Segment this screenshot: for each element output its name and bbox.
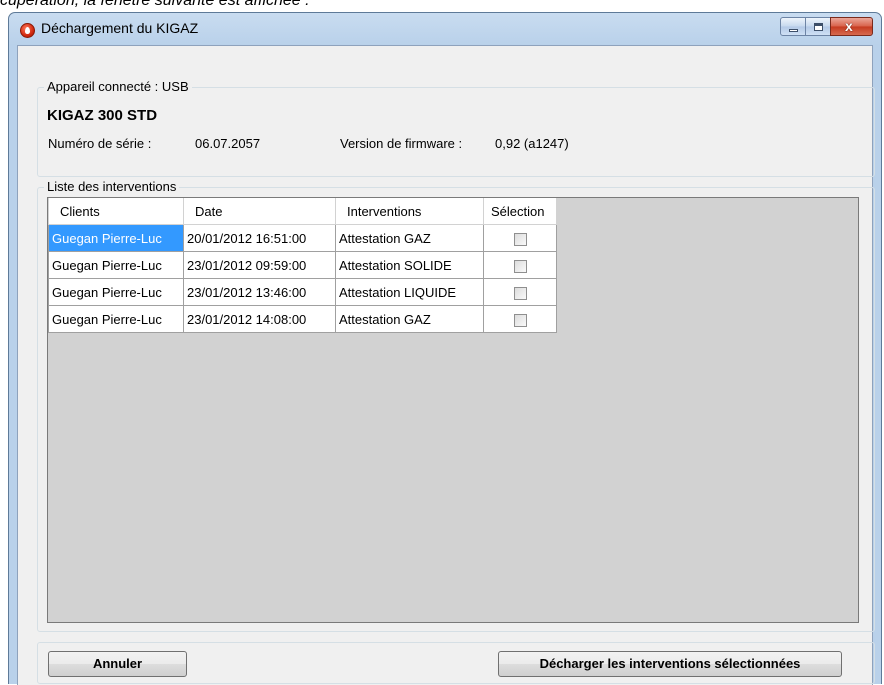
column-header-clients[interactable]: Clients [48,198,184,225]
interventions-table: Clients Date Interventions Sélection Gue… [48,198,557,333]
firmware-value: 0,92 (a1247) [495,136,569,151]
gas-flame-icon [20,23,35,38]
selection-cell[interactable] [483,305,557,333]
client-cell[interactable]: Guegan Pierre-Luc [48,251,184,279]
firmware-label: Version de firmware : [340,136,463,151]
minimize-button[interactable] [780,17,806,36]
device-name: KIGAZ 300 STD [47,107,158,124]
table-row[interactable]: Guegan Pierre-Luc 20/01/2012 16:51:00 At… [48,224,557,252]
caption-buttons: x [780,17,873,36]
selection-cell[interactable] [483,278,557,306]
column-header-selection[interactable]: Sélection [483,198,557,225]
date-cell[interactable]: 20/01/2012 16:51:00 [183,224,336,252]
table-row[interactable]: Guegan Pierre-Luc 23/01/2012 09:59:00 At… [48,251,557,279]
window-title: Déchargement du KIGAZ [41,20,199,36]
interventions-grid[interactable]: Clients Date Interventions Sélection Gue… [47,197,859,623]
grid-header-row: Clients Date Interventions Sélection [48,198,557,225]
maximize-icon [814,23,823,31]
intervention-cell[interactable]: Attestation SOLIDE [335,251,484,279]
title-bar[interactable]: Déchargement du KIGAZ x [9,13,881,45]
date-cell[interactable]: 23/01/2012 14:08:00 [183,305,336,333]
column-header-interventions[interactable]: Interventions [335,198,484,225]
serial-label: Numéro de série : [48,136,152,151]
window-client-area: Appareil connecté : USB KIGAZ 300 STD Nu… [17,45,875,685]
close-button[interactable]: x [830,17,873,36]
minimize-icon [789,29,798,32]
client-cell[interactable]: Guegan Pierre-Luc [48,278,184,306]
interventions-group-legend: Liste des interventions [44,179,180,194]
serial-value: 06.07.2057 [195,136,261,151]
download-selected-button[interactable]: Décharger les interventions sélectionnée… [498,651,842,677]
table-row[interactable]: Guegan Pierre-Luc 23/01/2012 14:08:00 At… [48,305,557,333]
row-select-checkbox[interactable] [513,313,527,327]
row-select-checkbox[interactable] [513,232,527,246]
device-groupbox: Appareil connecté : USB [37,79,875,177]
selection-cell[interactable] [483,251,557,279]
download-window: Déchargement du KIGAZ x Appareil connect… [8,12,882,685]
cancel-button[interactable]: Annuler [48,651,187,677]
document-caption: cupération, la fenêtre suivante est affi… [0,0,310,9]
intervention-cell[interactable]: Attestation GAZ [335,305,484,333]
close-icon: x [845,18,853,34]
date-cell[interactable]: 23/01/2012 13:46:00 [183,278,336,306]
client-cell[interactable]: Guegan Pierre-Luc [48,224,184,252]
date-cell[interactable]: 23/01/2012 09:59:00 [183,251,336,279]
client-cell[interactable]: Guegan Pierre-Luc [48,305,184,333]
row-select-checkbox[interactable] [513,286,527,300]
column-header-date[interactable]: Date [183,198,336,225]
maximize-button[interactable] [805,17,831,36]
intervention-cell[interactable]: Attestation GAZ [335,224,484,252]
selection-cell[interactable] [483,224,557,252]
intervention-cell[interactable]: Attestation LIQUIDE [335,278,484,306]
device-group-legend: Appareil connecté : USB [44,79,192,94]
row-select-checkbox[interactable] [513,259,527,273]
table-row[interactable]: Guegan Pierre-Luc 23/01/2012 13:46:00 At… [48,278,557,306]
